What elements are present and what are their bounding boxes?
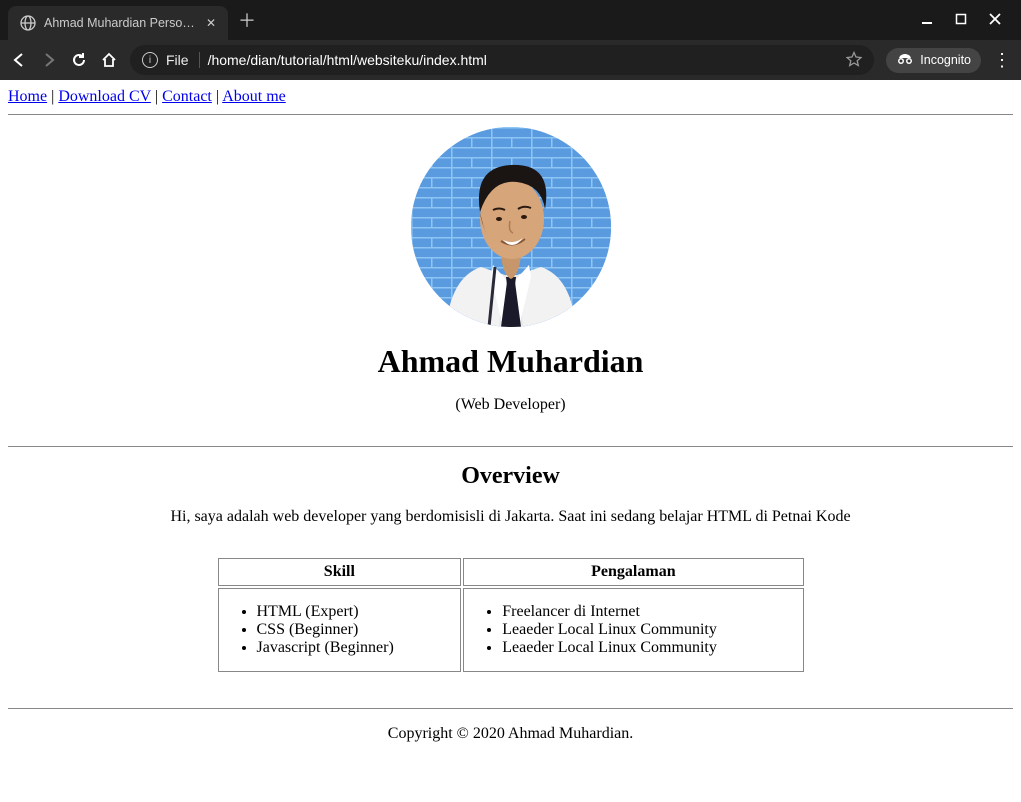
incognito-badge[interactable]: Incognito <box>886 48 981 73</box>
info-icon[interactable]: i <box>142 52 158 68</box>
tab-title: Ahmad Muhardian Personal W <box>44 16 198 30</box>
incognito-icon <box>896 52 914 69</box>
close-window-icon[interactable] <box>983 12 1007 28</box>
nav-sep: | <box>47 88 58 105</box>
home-button[interactable] <box>100 51 118 69</box>
list-item: Leaeder Local Linux Community <box>502 639 784 657</box>
nav-sep: | <box>151 88 162 105</box>
list-item: Javascript (Beginner) <box>257 639 443 657</box>
hero-subtitle: (Web Developer) <box>8 396 1013 414</box>
skills-list: HTML (Expert) CSS (Beginner) Javascript … <box>227 593 453 667</box>
browser-tab[interactable]: Ahmad Muhardian Personal W ✕ <box>8 6 228 40</box>
avatar <box>411 127 611 327</box>
experience-list: Freelancer di Internet Leaeder Local Lin… <box>472 593 794 667</box>
nav-download-cv[interactable]: Download CV <box>58 88 151 105</box>
minimize-icon[interactable] <box>915 12 939 28</box>
overview-text: Hi, saya adalah web developer yang berdo… <box>8 508 1013 526</box>
list-item: Freelancer di Internet <box>502 603 784 621</box>
copyright: Copyright © 2020 Ahmad Muhardian. <box>388 725 633 742</box>
page-content: Home | Download CV | Contact | About me <box>0 80 1021 802</box>
forward-button[interactable] <box>40 51 58 69</box>
bookmark-icon[interactable] <box>846 51 862 70</box>
globe-icon <box>20 15 36 31</box>
divider <box>8 446 1013 447</box>
nav-contact[interactable]: Contact <box>162 88 212 105</box>
window-controls <box>915 12 1021 28</box>
tab-bar: Ahmad Muhardian Personal W ✕ ＋ <box>0 0 1021 40</box>
th-experience: Pengalaman <box>463 558 803 586</box>
nav-home[interactable]: Home <box>8 88 47 105</box>
new-tab-button[interactable]: ＋ <box>238 7 256 33</box>
td-experience: Freelancer di Internet Leaeder Local Lin… <box>463 588 803 672</box>
overview-heading: Overview <box>8 463 1013 490</box>
incognito-label: Incognito <box>920 53 971 67</box>
nav-links: Home | Download CV | Contact | About me <box>8 88 1013 112</box>
th-skill: Skill <box>218 558 462 586</box>
table-header-row: Skill Pengalaman <box>218 558 804 586</box>
divider <box>8 114 1013 115</box>
list-item: Leaeder Local Linux Community <box>502 621 784 639</box>
browser-chrome: Ahmad Muhardian Personal W ✕ ＋ <box>0 0 1021 80</box>
back-button[interactable] <box>10 51 28 69</box>
close-icon[interactable]: ✕ <box>206 16 216 30</box>
url-scheme: File <box>166 52 200 68</box>
hero: Ahmad Muhardian (Web Developer) <box>8 117 1013 444</box>
menu-button[interactable]: ⋮ <box>993 50 1011 71</box>
table-row: HTML (Expert) CSS (Beginner) Javascript … <box>218 588 804 672</box>
address-bar[interactable]: i File /home/dian/tutorial/html/websitek… <box>130 45 874 75</box>
url-path: /home/dian/tutorial/html/websiteku/index… <box>208 52 839 68</box>
nav-sep: | <box>212 88 222 105</box>
td-skills: HTML (Expert) CSS (Beginner) Javascript … <box>218 588 462 672</box>
divider <box>8 708 1013 709</box>
list-item: HTML (Expert) <box>257 603 443 621</box>
maximize-icon[interactable] <box>949 12 973 28</box>
footer: Copyright © 2020 Ahmad Muhardian. <box>8 711 1013 757</box>
toolbar: i File /home/dian/tutorial/html/websitek… <box>0 40 1021 80</box>
hero-name: Ahmad Muhardian <box>8 343 1013 380</box>
overview: Overview Hi, saya adalah web developer y… <box>8 449 1013 688</box>
list-item: CSS (Beginner) <box>257 621 443 639</box>
nav-about[interactable]: About me <box>222 88 286 105</box>
skill-table: Skill Pengalaman HTML (Expert) CSS (Begi… <box>216 556 806 674</box>
reload-button[interactable] <box>70 51 88 69</box>
